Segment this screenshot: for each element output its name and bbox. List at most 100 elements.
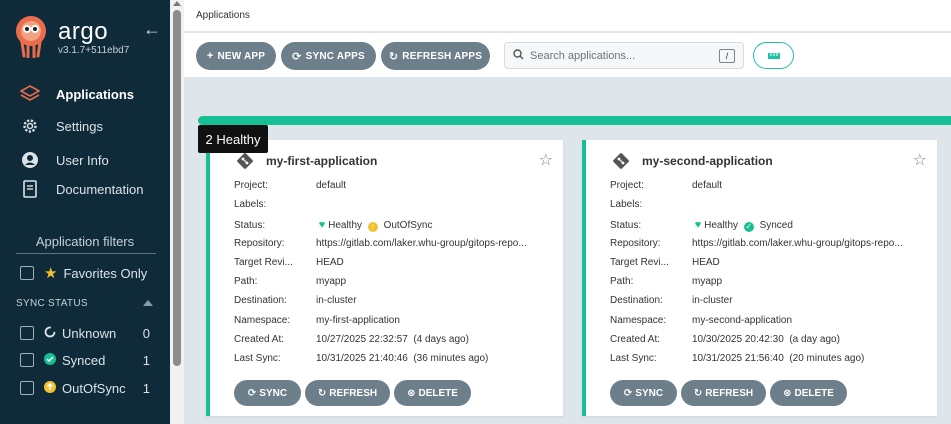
- field-value: 10/30/2025 20:42:30: [692, 334, 784, 345]
- nav-label: Applications: [56, 86, 135, 102]
- filter-label: Unknown: [62, 325, 117, 341]
- field-label: Created At:: [234, 334, 285, 345]
- new-app-button[interactable]: + NEW APP: [196, 42, 276, 70]
- gear-icon: [20, 116, 40, 136]
- out-of-sync-checkbox[interactable]: [20, 381, 34, 395]
- field-value: 10/31/2025 21:56:40: [692, 353, 784, 364]
- field-value: HEAD: [692, 257, 720, 268]
- nav-label: Settings: [56, 118, 103, 134]
- field-label: Path:: [234, 276, 258, 287]
- app-name[interactable]: my-first-application: [266, 154, 377, 168]
- field-value: default: [692, 180, 723, 191]
- git-diamond-icon: [237, 153, 253, 169]
- field-label: Destination:: [610, 295, 663, 306]
- field-label: Status:: [610, 220, 642, 231]
- field-label: Project:: [610, 180, 644, 191]
- favorites-checkbox[interactable]: [20, 266, 34, 280]
- arrow-up-circle-icon: [44, 380, 56, 396]
- git-diamond-icon: [613, 153, 629, 169]
- sidebar: argo v3.1.7+511ebd7 ← Applications Setti…: [0, 0, 170, 424]
- chevron-up-icon[interactable]: [143, 300, 153, 306]
- field-label: Target Revi...: [610, 257, 669, 268]
- toolbar: + NEW APP ⟳ SYNC APPS ↻ REFRESH APPS Sea…: [184, 33, 951, 77]
- filter-out-of-sync[interactable]: OutOfSync: [20, 379, 150, 397]
- field-label: Labels:: [610, 199, 643, 210]
- app-card[interactable]: my-second-application ☆ Project: default …: [582, 140, 937, 416]
- nav-documentation[interactable]: Documentation: [20, 177, 143, 201]
- favorite-star-icon[interactable]: ☆: [913, 150, 927, 170]
- sync-status-header: SYNC STATUS: [16, 298, 88, 309]
- button-label: SYNC APPS: [305, 50, 365, 62]
- user-icon: [20, 150, 40, 170]
- sync-icon: ⟳: [247, 387, 257, 399]
- refresh-icon: ↻: [317, 387, 327, 399]
- field-label: Last Sync:: [234, 353, 281, 364]
- filter-label: OutOfSync: [62, 380, 126, 396]
- sync-icon: ⟳: [623, 387, 633, 399]
- search-box[interactable]: Search applications... /: [504, 42, 744, 69]
- argo-logo-icon: [16, 16, 46, 58]
- sync-button[interactable]: ⟳ SYNC: [234, 380, 301, 406]
- nav-settings[interactable]: Settings: [20, 114, 103, 138]
- filter-unknown[interactable]: Unknown: [20, 324, 150, 342]
- refresh-button[interactable]: ↻ REFRESH: [305, 380, 390, 406]
- heart-icon: ♥: [694, 219, 702, 231]
- tiles-view-icon: [767, 52, 780, 59]
- star-icon: ★: [44, 265, 58, 282]
- field-value: myapp: [692, 276, 723, 287]
- delete-button[interactable]: ⊗ DELETE: [394, 380, 471, 406]
- favorite-star-icon[interactable]: ☆: [539, 150, 553, 170]
- app-card[interactable]: my-first-application ☆ Project: default L…: [206, 140, 563, 416]
- filter-count: 1: [142, 353, 150, 368]
- app-name[interactable]: my-second-application: [642, 154, 773, 168]
- sync-status: Synced: [759, 220, 793, 231]
- sync-apps-button[interactable]: ⟳ SYNC APPS: [281, 42, 376, 70]
- scroll-thumb[interactable]: [173, 10, 181, 366]
- sidebar-scrollbar[interactable]: [170, 0, 184, 424]
- search-input[interactable]: Search applications...: [530, 50, 635, 62]
- field-value: default: [316, 180, 347, 191]
- filter-synced[interactable]: Synced: [20, 351, 150, 369]
- sync-status: OutOfSync: [383, 220, 433, 231]
- field-label: Created At:: [610, 334, 661, 345]
- nav-applications[interactable]: Applications: [20, 82, 134, 106]
- delete-circle-icon: ⊗: [783, 387, 792, 399]
- field-label: Path:: [610, 276, 634, 287]
- brand-name: argo: [58, 18, 109, 45]
- relative-time: (a day ago): [789, 334, 840, 345]
- button-label: REFRESH: [705, 387, 754, 399]
- delete-button[interactable]: ⊗ DELETE: [770, 380, 847, 406]
- nav-label: Documentation: [56, 181, 144, 197]
- delete-circle-icon: ⊗: [407, 387, 416, 399]
- field-label: Labels:: [234, 199, 267, 210]
- relative-time: (20 minutes ago): [789, 353, 865, 364]
- view-mode-button[interactable]: [753, 42, 794, 69]
- field-label: Status:: [234, 220, 266, 231]
- nav-user-info[interactable]: User Info: [20, 148, 109, 172]
- sync-icon: ⟳: [292, 50, 302, 63]
- unknown-checkbox[interactable]: [20, 326, 34, 340]
- arrow-up-circle-icon: ↑: [367, 222, 378, 232]
- app-version: v3.1.7+511ebd7: [58, 45, 130, 56]
- button-label: DELETE: [418, 387, 458, 399]
- health-status: Healthy: [328, 220, 362, 231]
- breadcrumb[interactable]: Applications: [196, 10, 250, 21]
- refresh-apps-button[interactable]: ↻ REFRESH APPS: [381, 42, 490, 70]
- collapse-sidebar-icon[interactable]: ←: [143, 19, 161, 40]
- synced-checkbox[interactable]: [20, 353, 34, 367]
- sync-button[interactable]: ⟳ SYNC: [610, 380, 677, 406]
- refresh-icon: ↻: [388, 50, 399, 63]
- scroll-up-icon[interactable]: [173, 1, 181, 6]
- refresh-button[interactable]: ↻ REFRESH: [681, 380, 766, 406]
- top-bar: Applications: [184, 0, 951, 32]
- favorites-filter[interactable]: ★ Favorites Only: [20, 264, 147, 282]
- field-value: 10/27/2025 22:32:57: [316, 334, 408, 345]
- field-value: https://gitlab.com/laker.whu-group/gitop…: [692, 238, 903, 249]
- refresh-icon: ↻: [693, 387, 703, 399]
- filter-label: Synced: [62, 352, 106, 368]
- filter-count: 0: [142, 326, 150, 341]
- button-label: NEW APP: [217, 50, 266, 62]
- search-icon: [513, 48, 524, 63]
- health-summary-bar[interactable]: [198, 116, 951, 125]
- button-label: SYNC: [259, 387, 288, 399]
